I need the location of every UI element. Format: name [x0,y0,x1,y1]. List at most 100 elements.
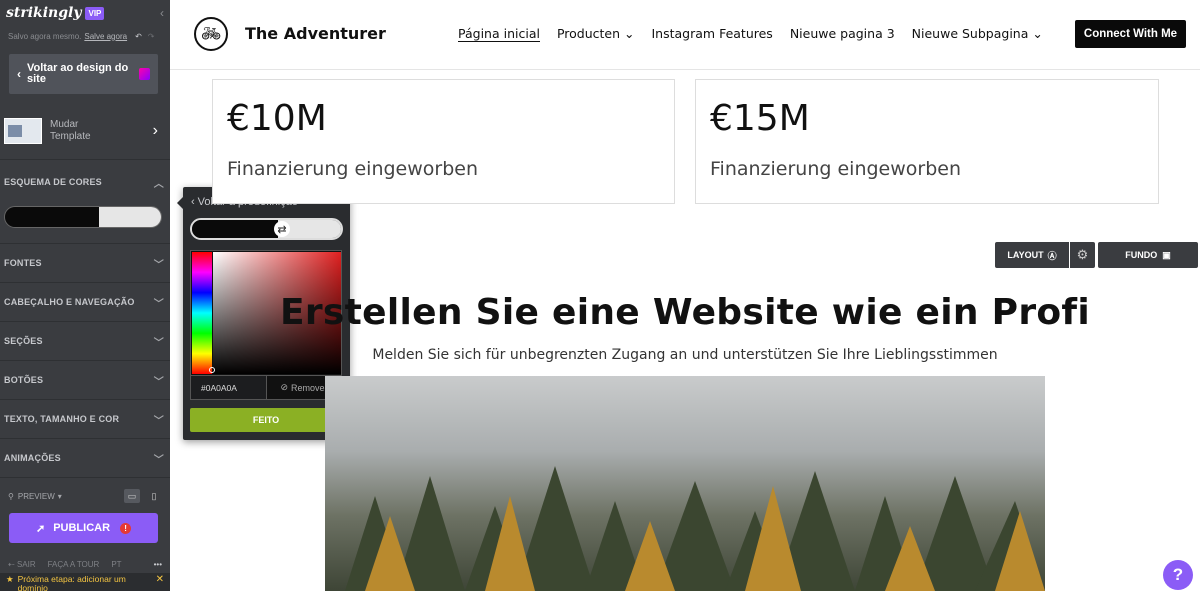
stat-card[interactable]: €10M Finanzierung eingeworben [212,79,675,204]
more-icon[interactable]: ••• [154,560,162,569]
swap-icon[interactable]: ⇄ [274,221,290,237]
section-label: FONTES [4,258,42,268]
undo-icon[interactable]: ↶ [135,32,142,41]
collapse-sidebar-icon[interactable]: ‹ [160,6,164,20]
preview-row: ⚲ PREVIEW ▾ ▭ ▯ [0,486,170,506]
background-button[interactable]: FUNDO ▣ [1098,242,1198,268]
section-animations[interactable]: ANIMAÇÕES ﹀ [0,439,170,478]
tour-link[interactable]: FAÇA A TOUR [48,560,100,569]
sidebar-footer-links: ⇠ SAIR FAÇA A TOUR PT ••• [0,556,170,572]
scheme-dark-swatch[interactable] [5,207,99,227]
publish-button[interactable]: ➚ PUBLICAR ! [9,513,158,543]
stat-label: Finanzierung eingeworben [710,158,962,180]
back-to-design-button[interactable]: ‹ Voltar ao design do site [9,54,158,94]
redo-icon[interactable]: ↷ [148,32,155,41]
rocket-icon: ➚ [35,522,46,535]
connect-button[interactable]: Connect With Me [1075,20,1186,48]
scheme-editor-bar[interactable]: ⇄ [190,218,343,240]
nav-item-page3[interactable]: Nieuwe pagina 3 [790,26,895,42]
desktop-icon[interactable]: ▭ [124,489,140,503]
site-brand[interactable]: The Adventurer [245,24,386,43]
nav-item-subpage[interactable]: Nieuwe Subpagina ⌄ [912,26,1043,42]
chevron-down-icon: ⌄ [624,26,635,41]
chevron-down-icon: ﹀ [153,259,164,271]
settings-gear-button[interactable]: ⚙ [1070,242,1095,268]
section-buttons[interactable]: BOTÕES ﹀ [0,361,170,400]
exit-label: SAIR [16,559,36,569]
save-now-link[interactable]: Salve agora [84,32,127,41]
forest-image[interactable] [325,376,1045,591]
section-label: SEÇÕES [4,336,43,346]
chevron-down-icon: ﹀ [153,298,164,310]
bicycle-logo-icon[interactable]: 🚲︎ [194,17,228,51]
color-scheme-selector[interactable] [4,206,162,228]
site-menu: Página inicial Producten ⌄ Instagram Fea… [458,26,1043,42]
gear-icon: ⚙ [1076,247,1089,262]
hex-input[interactable]: #0A0A0A [191,376,266,399]
color-scheme-wrap [0,206,170,244]
palette-icon [139,68,150,80]
caret-down-icon: ▾ [57,491,62,501]
editor-sidebar: strikingly VIP ‹ Salvo agora mesmo. Salv… [0,0,170,593]
forest-trees [345,466,1045,591]
nav-item-producten[interactable]: Producten ⌄ [557,26,635,42]
section-label: TEXTO, TAMANHO E COR [4,414,120,424]
section-label: ANIMAÇÕES [4,453,61,463]
publish-label: PUBLICAR [53,522,111,534]
section-text-size-color[interactable]: TEXTO, TAMANHO E COR ﹀ [0,400,170,439]
chevron-down-icon: ﹀ [153,376,164,388]
section-sections[interactable]: SEÇÕES ﹀ [0,322,170,361]
chevron-down-icon: ﹀ [153,454,164,466]
color-handle[interactable] [209,367,215,373]
layout-a-icon: Ⓐ [1047,250,1057,261]
done-button[interactable]: FEITO [190,408,342,432]
section-fonts[interactable]: FONTES ﹀ [0,244,170,283]
next-step-banner[interactable]: ★ Próxima etapa: adicionar um domínio ✕ [0,573,170,593]
background-label: FUNDO [1125,250,1158,260]
nav-label: Producten [556,26,621,41]
preview-dropdown[interactable]: PREVIEW [18,492,55,501]
chevron-down-icon: ⌄ [1032,26,1043,41]
site-header: 🚲︎ The Adventurer Página inicial Product… [170,0,1200,70]
nav-label: Nieuwe Subpagina [911,26,1029,41]
help-button[interactable]: ? [1163,560,1193,590]
section-label: CABEÇALHO E NAVEGAÇÃO [4,297,135,307]
close-icon[interactable]: ✕ [156,575,164,585]
section-color-scheme[interactable]: ESQUEMA DE CORES ︿ [0,160,170,204]
nav-item-instagram[interactable]: Instagram Features [652,26,773,42]
stat-label: Finanzierung eingeworben [227,158,479,180]
exit-link[interactable]: ⇠ SAIR [8,560,36,569]
search-icon: ⚲ [8,491,14,501]
scheme-dark-swatch[interactable] [192,220,279,238]
next-step-text: Próxima etapa: adicionar um domínio [17,574,126,593]
nav-item-home[interactable]: Página inicial [458,26,540,42]
scheme-light-swatch[interactable] [98,207,161,227]
star-icon: ★ [6,574,14,584]
saved-text: Salvo agora mesmo. [8,31,82,41]
hero-title[interactable]: Erstellen Sie eine Website wie ein Profi [170,292,1200,333]
alert-icon: ! [120,522,132,534]
layout-label: LAYOUT [1007,250,1044,260]
chevron-left-icon: ‹ [191,196,195,208]
stat-card[interactable]: €15M Finanzierung eingeworben [695,79,1159,204]
stat-value: €15M [710,98,810,139]
save-status: Salvo agora mesmo. Salve agora ↶ ↷ [0,26,170,46]
section-label: BOTÕES [4,375,44,385]
device-toggle: ▭ ▯ [124,489,162,503]
sidebar-header: strikingly VIP [0,0,170,26]
chevron-up-icon: ︿ [153,178,164,190]
image-icon: ▣ [1162,249,1171,260]
mobile-icon[interactable]: ▯ [146,489,162,503]
back-design-label: Voltar ao design do site [27,62,129,85]
layout-button[interactable]: LAYOUT Ⓐ [995,242,1069,268]
language-link[interactable]: PT [111,560,121,569]
hex-row: #0A0A0A ⊘ Remover [191,375,341,399]
template-thumbnail [4,117,42,144]
hero-subtitle[interactable]: Melden Sie sich für unbegrenzten Zugang … [170,347,1200,363]
section-header-nav[interactable]: CABEÇALHO E NAVEGAÇÃO ﹀ [0,283,170,322]
template-label: Mudar Template [50,118,91,142]
change-template-button[interactable]: Mudar Template › [0,102,170,160]
chevron-right-icon: › [152,121,158,139]
ban-icon: ⊘ [280,382,289,392]
chevron-down-icon: ﹀ [153,415,164,427]
